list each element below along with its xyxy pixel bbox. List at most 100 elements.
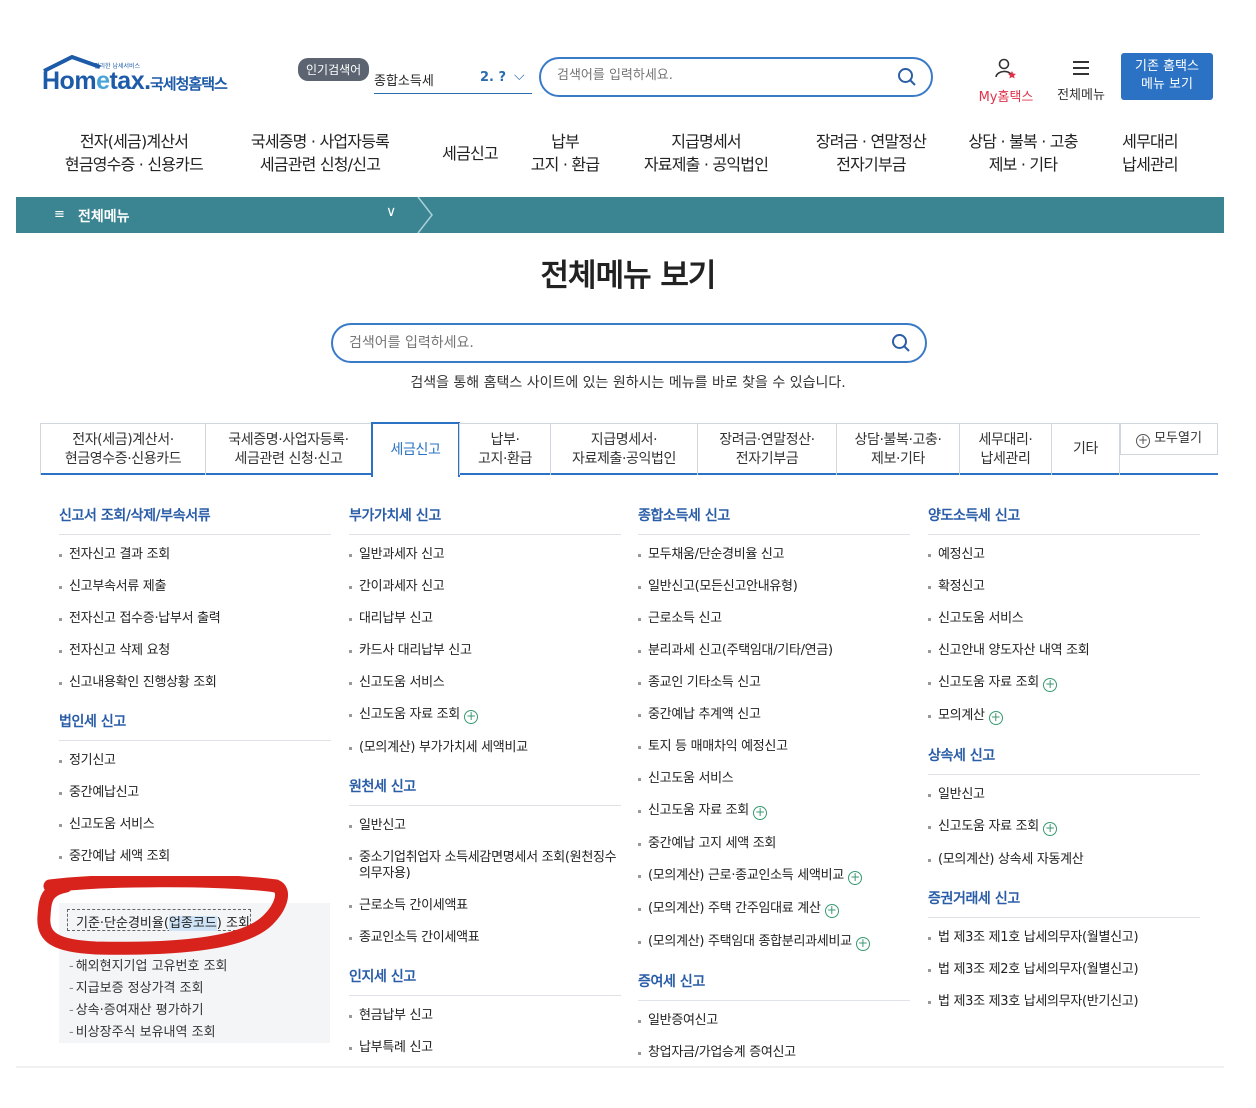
menu-item[interactable]: 신고도움 서비스 — [638, 771, 910, 787]
menu-search-input[interactable] — [349, 335, 869, 351]
menu-item[interactable]: 신고부속서류 제출 — [59, 579, 331, 595]
menu-item[interactable]: 근로소득 신고 — [638, 611, 910, 627]
menu-item[interactable]: 중간예납 추계액 신고 — [638, 707, 910, 723]
search-icon[interactable] — [891, 333, 911, 353]
menu-item[interactable]: 신고안내 양도자산 내역 조회 — [928, 643, 1200, 659]
plus-icon[interactable]: + — [824, 904, 839, 918]
tab-tax-filing[interactable]: 세금신고 — [371, 422, 460, 477]
section-title[interactable]: 부가가치세 신고 — [349, 505, 621, 535]
menu-item[interactable]: 정기신고 — [59, 753, 331, 769]
plus-icon[interactable]: + — [855, 937, 870, 951]
section-title[interactable]: 증권거래세 신고 — [928, 888, 1200, 918]
menu-item[interactable]: 종교인소득 간이세액표 — [349, 930, 621, 946]
section-title[interactable]: 인지세 신고 — [349, 966, 621, 996]
gnb-item-certificates[interactable]: 국세증명 · 사업자등록 세금관련 신청/신고 — [240, 130, 400, 176]
submenu-item[interactable]: - 지급보증 정상가격 조회 — [69, 977, 204, 996]
tab-etc[interactable]: 기타 — [1051, 423, 1120, 475]
section-title[interactable]: 법인세 신고 — [59, 711, 331, 741]
menu-item[interactable]: 대리납부 신고 — [349, 611, 621, 627]
popular-search-term[interactable]: 종합소득세 — [374, 70, 454, 89]
popular-search-ticker[interactable]: 종합소득세 2. ? ⌵ — [374, 66, 532, 94]
gnb-item-tax-filing[interactable]: 세금신고 — [420, 142, 520, 165]
tab-consulting[interactable]: 상담·불복·고충· 제보·기타 — [836, 423, 960, 475]
tab-incentive[interactable]: 장려금·연말정산· 전자기부금 — [697, 423, 837, 475]
menu-item[interactable]: 카드사 대리납부 신고 — [349, 643, 621, 659]
menu-item[interactable]: 법 제3조 제2호 납세의무자(월별신고) — [928, 962, 1200, 978]
plus-icon[interactable]: + — [463, 710, 478, 724]
menu-item[interactable]: 신고내용확인 진행상황 조회 — [59, 675, 331, 691]
section-title[interactable]: 원천세 신고 — [349, 776, 621, 806]
menu-item[interactable]: 간이과세자 신고 — [349, 579, 621, 595]
menu-item[interactable]: 근로소득 간이세액표 — [349, 898, 621, 914]
my-hometax-button[interactable]: My홈택스 — [974, 58, 1038, 105]
top-search-input[interactable] — [557, 68, 877, 83]
menu-item[interactable]: 중소기업취업자 소득세감면명세서 조회(원천징수의무자용) — [349, 850, 621, 882]
plus-icon[interactable]: + — [847, 871, 862, 885]
section-title[interactable]: 상속세 신고 — [928, 745, 1200, 775]
menu-item[interactable]: (모의계산) 상속세 자동계산 — [928, 852, 1200, 868]
submenu-item-expense-rate[interactable]: 기준·단순경비율(업종코드) 조회 — [67, 909, 251, 931]
hometax-logo[interactable]: 편리한 납세서비스 Hometax. 국세청홈택스 — [42, 55, 242, 99]
menu-item[interactable]: 전자신고 결과 조회 — [59, 547, 331, 563]
menu-item[interactable]: 일반과세자 신고 — [349, 547, 621, 563]
tab-e-invoice[interactable]: 전자(세금)계산서· 현금영수증·신용카드 — [40, 423, 206, 475]
menu-item[interactable]: 법 제3조 제1호 납세의무자(월별신고) — [928, 930, 1200, 946]
menu-item[interactable]: 법 제3조 제3호 납세의무자(반기신고) — [928, 994, 1200, 1010]
menu-item[interactable]: 전자신고 접수증·납부서 출력 — [59, 611, 331, 627]
expand-all-button[interactable]: + 모두열기 — [1120, 423, 1218, 455]
chevron-down-icon[interactable]: ⌵ — [514, 68, 525, 84]
menu-item[interactable]: 신고도움 자료 조회 + — [928, 819, 1200, 836]
menu-item[interactable]: 예정신고 — [928, 547, 1200, 563]
menu-item[interactable]: 일반신고 — [928, 787, 1200, 803]
menu-item[interactable]: (모의계산) 부가가치세 세액비교 — [349, 740, 621, 756]
tab-tax-agent[interactable]: 세무대리· 납세관리 — [959, 423, 1052, 475]
menu-item[interactable]: 분리과세 신고(주택임대/기타/연금) — [638, 643, 910, 659]
menu-item[interactable]: 전자신고 삭제 요청 — [59, 643, 331, 659]
menu-item[interactable]: 종교인 기타소득 신고 — [638, 675, 910, 691]
tab-certificates[interactable]: 국세증명·사업자등록· 세금관련 신청·신고 — [205, 423, 372, 475]
menu-item[interactable]: 모두채움/단순경비율 신고 — [638, 547, 910, 563]
menu-item[interactable]: (모의계산) 주택 간주임대료 계산 + — [638, 901, 910, 918]
menu-item[interactable]: 신고도움 서비스 — [59, 817, 331, 833]
gnb-item-tax-agent[interactable]: 세무대리 납세관리 — [1108, 130, 1192, 176]
menu-item[interactable]: 신고도움 서비스 — [928, 611, 1200, 627]
menu-item[interactable]: (모의계산) 근로·종교인소득 세액비교 + — [638, 868, 910, 885]
menu-item[interactable]: 중간예납신고 — [59, 785, 331, 801]
tab-payment-statement[interactable]: 지급명세서· 자료제출·공익법인 — [550, 423, 698, 475]
section-title[interactable]: 종합소득세 신고 — [638, 505, 910, 535]
gnb-item-consulting[interactable]: 상담 · 불복 · 고충 제보 · 기타 — [958, 130, 1088, 176]
menu-item[interactable]: 신고도움 자료 조회 + — [928, 675, 1200, 692]
section-title[interactable]: 증여세 신고 — [638, 971, 910, 1001]
plus-icon[interactable]: + — [988, 711, 1003, 725]
breadcrumb-label[interactable]: 전체메뉴 — [78, 206, 130, 226]
menu-item[interactable]: 일반신고(모든신고안내유형) — [638, 579, 910, 595]
gnb-item-payment-statement[interactable]: 지급명세서 자료제출 · 공익법인 — [636, 130, 776, 176]
section-title[interactable]: 양도소득세 신고 — [928, 505, 1200, 535]
menu-item[interactable]: 신고도움 자료 조회 + — [349, 707, 621, 724]
menu-item[interactable]: 신고도움 자료 조회 + — [638, 803, 910, 820]
submenu-item[interactable]: - 해외현지기업 고유번호 조회 — [69, 955, 228, 974]
menu-item[interactable]: 중간예납 고지 세액 조회 — [638, 836, 910, 852]
menu-item[interactable]: 확정신고 — [928, 579, 1200, 595]
chevron-down-icon[interactable]: ∨ — [386, 204, 396, 220]
submenu-item[interactable]: - 상속·증여재산 평가하기 — [69, 999, 204, 1018]
all-menu-button[interactable]: 전체메뉴 — [1052, 58, 1110, 103]
plus-icon[interactable]: + — [752, 806, 767, 820]
submenu-item[interactable]: - 비상장주식 보유내역 조회 — [69, 1021, 216, 1040]
menu-item[interactable]: 모의계산 + — [928, 708, 1200, 725]
search-icon[interactable] — [897, 67, 917, 87]
menu-item[interactable]: 일반신고 — [349, 818, 621, 834]
section-title[interactable]: 신고서 조회/삭제/부속서류 — [59, 505, 331, 535]
plus-icon[interactable]: + — [1042, 822, 1057, 836]
menu-item[interactable]: 일반증여신고 — [638, 1013, 910, 1029]
menu-item[interactable]: 신고도움 서비스 — [349, 675, 621, 691]
menu-item[interactable]: 현금납부 신고 — [349, 1008, 621, 1024]
legacy-menu-button[interactable]: 기존 홈택스 메뉴 보기 — [1121, 53, 1213, 100]
plus-icon[interactable]: + — [1042, 678, 1057, 692]
gnb-item-payment[interactable]: 납부 고지 · 환급 — [520, 130, 610, 176]
menu-item[interactable]: (모의계산) 주택임대 종합분리과세비교 + — [638, 934, 910, 951]
gnb-item-e-invoice[interactable]: 전자(세금)계산서 현금영수증 · 신용카드 — [54, 130, 214, 176]
gnb-item-incentive[interactable]: 장려금 · 연말정산 전자기부금 — [806, 130, 936, 176]
menu-item[interactable]: 토지 등 매매차익 예정신고 — [638, 739, 910, 755]
menu-item[interactable]: 중간예납 세액 조회 — [59, 849, 331, 865]
